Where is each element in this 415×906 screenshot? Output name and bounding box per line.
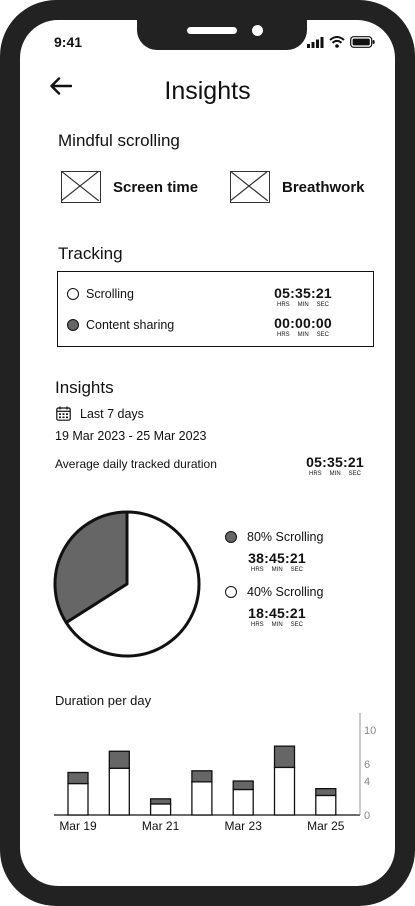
avg-duration-timer: 05:35:21 HRS MIN SEC — [304, 454, 366, 477]
timer-units: HRS MIN SEC — [309, 471, 361, 477]
back-button[interactable] — [50, 77, 73, 100]
y-tick-label: 0 — [364, 810, 370, 822]
legend-label: 40% Scrolling — [247, 585, 324, 599]
x-tick-label: Mar 23 — [225, 819, 263, 833]
timer-value: 05:35:21 — [306, 454, 364, 470]
wifi-icon — [329, 36, 345, 48]
date-range: 19 Mar 2023 - 25 Mar 2023 — [55, 429, 207, 443]
signal-icon — [307, 36, 324, 48]
period-label: Last 7 days — [80, 406, 144, 421]
timer-units: HRS MIN SEC — [277, 302, 329, 308]
image-placeholder-icon — [230, 171, 270, 203]
camera — [252, 25, 263, 36]
bar-segment — [149, 798, 172, 805]
notch — [137, 20, 307, 50]
bar-segment — [67, 782, 89, 816]
status-icons — [307, 36, 375, 48]
arrow-left-icon — [50, 77, 73, 95]
bar-chart: 0 4 6 10 Mar 19 Mar 21 Mar 23 Mar 25 — [54, 713, 376, 833]
tracking-panel: Scrolling 05:35:21 HRS MIN SEC Content s… — [57, 271, 374, 347]
x-tick-label: Mar 19 — [59, 819, 97, 833]
bar-segment — [315, 788, 337, 797]
scrolling-timer: 05:35:21 HRS MIN SEC — [272, 285, 334, 308]
y-tick-label: 4 — [364, 776, 370, 788]
bar-segment — [67, 771, 89, 785]
legend-timer: 18:45:21 HRS MIN SEC — [246, 605, 308, 628]
period-selector[interactable]: Last 7 days — [56, 406, 144, 421]
breathwork-label: Breathwork — [282, 178, 365, 196]
page-title: Insights — [164, 77, 251, 105]
timer-value: 18:45:21 — [248, 605, 306, 621]
phone-frame: 9:41 Insights Mindful scrolling Screen t… — [0, 0, 415, 906]
tracking-label: Content sharing — [86, 318, 175, 332]
timer-units: HRS MIN SEC — [277, 332, 329, 338]
image-placeholder-icon — [61, 171, 101, 203]
y-tick-label: 10 — [364, 725, 376, 737]
calendar-icon — [56, 406, 71, 421]
tracking-option-content-sharing[interactable]: Content sharing — [67, 318, 174, 332]
speaker — [187, 27, 237, 34]
pie-chart — [53, 510, 201, 658]
avg-duration-label: Average daily tracked duration — [55, 457, 217, 471]
bar-segment — [232, 780, 254, 791]
legend-label: 80% Scrolling — [247, 530, 324, 544]
tracking-label: Scrolling — [86, 287, 134, 301]
legend-timer: 38:45:21 HRS MIN SEC — [246, 550, 308, 573]
bar-segment — [108, 750, 130, 769]
tracking-heading: Tracking — [58, 244, 123, 263]
legend-item: 80% Scrolling — [225, 530, 323, 544]
timer-value: 38:45:21 — [248, 550, 306, 566]
bar-segment — [108, 767, 130, 816]
bar-segment — [273, 745, 296, 769]
radio-filled-icon — [67, 319, 79, 331]
content-sharing-timer: 00:00:00 HRS MIN SEC — [272, 315, 334, 338]
screen-time-button[interactable]: Screen time — [61, 171, 198, 203]
bar-segment — [149, 803, 172, 816]
x-tick-label: Mar 21 — [142, 819, 180, 833]
bar-segment — [315, 794, 337, 816]
breathwork-button[interactable]: Breathwork — [230, 171, 365, 203]
bar-segment — [191, 781, 213, 816]
screen-time-label: Screen time — [113, 178, 199, 196]
legend-dot-filled-icon — [225, 531, 237, 543]
insights-heading: Insights — [55, 378, 114, 397]
legend-item: 40% Scrolling — [225, 585, 323, 599]
timer-units: HRS MIN SEC — [251, 567, 303, 573]
mindful-heading: Mindful scrolling — [58, 131, 180, 150]
timer-value: 00:00:00 — [274, 315, 332, 331]
battery-icon — [350, 36, 375, 48]
radio-empty-icon — [67, 288, 79, 300]
legend-dot-empty-icon — [225, 586, 237, 598]
tracking-option-scrolling[interactable]: Scrolling — [67, 287, 134, 301]
timer-value: 05:35:21 — [274, 285, 332, 301]
x-tick-label: Mar 25 — [307, 819, 345, 833]
y-tick-label: 6 — [364, 759, 370, 771]
bar-segment — [273, 766, 296, 816]
bar-segment — [232, 788, 254, 816]
screen: 9:41 Insights Mindful scrolling Screen t… — [20, 20, 395, 886]
timer-units: HRS MIN SEC — [251, 622, 303, 628]
status-time: 9:41 — [54, 34, 83, 50]
bar-segment — [191, 770, 213, 783]
